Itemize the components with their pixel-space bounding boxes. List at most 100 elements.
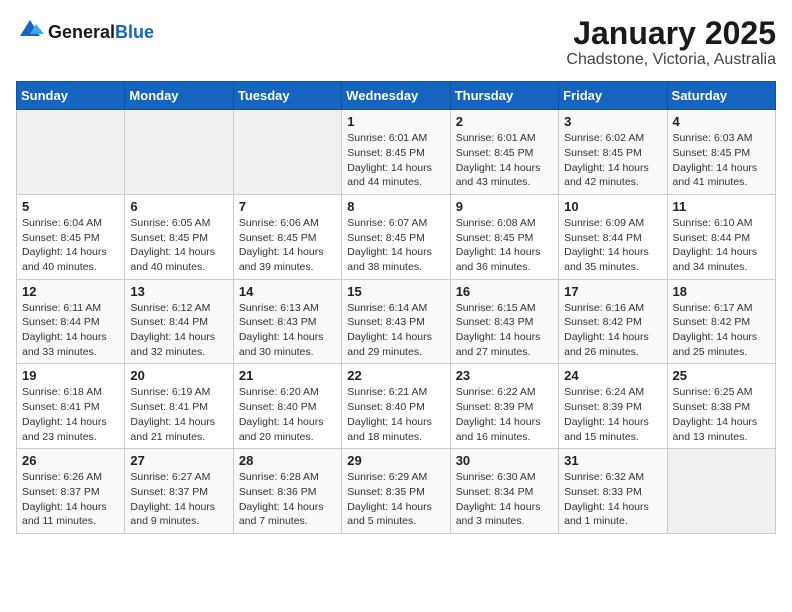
day-cell: 1 Sunrise: 6:01 AM Sunset: 8:45 PM Daylig… [342, 110, 450, 195]
day-cell: 24 Sunrise: 6:24 AM Sunset: 8:39 PM Dayli… [559, 364, 667, 449]
day-info: Sunrise: 6:18 AM Sunset: 8:41 PM Dayligh… [22, 385, 119, 444]
day-info: Sunrise: 6:20 AM Sunset: 8:40 PM Dayligh… [239, 385, 336, 444]
day-number: 19 [22, 368, 119, 383]
day-number: 26 [22, 453, 119, 468]
calendar-body: 1 Sunrise: 6:01 AM Sunset: 8:45 PM Daylig… [17, 110, 776, 534]
day-info: Sunrise: 6:26 AM Sunset: 8:37 PM Dayligh… [22, 470, 119, 529]
logo: GeneralBlue [16, 16, 154, 49]
day-cell: 23 Sunrise: 6:22 AM Sunset: 8:39 PM Dayli… [450, 364, 558, 449]
day-cell: 16Sunrise: 6:15 AM Sunset: 8:43 PM Dayli… [450, 279, 558, 364]
day-cell: 11Sunrise: 6:10 AM Sunset: 8:44 PM Dayli… [667, 194, 775, 279]
day-cell [667, 449, 775, 534]
header-wednesday: Wednesday [342, 82, 450, 110]
day-info: Sunrise: 6:27 AM Sunset: 8:37 PM Dayligh… [130, 470, 227, 529]
week-row-4: 19 Sunrise: 6:18 AM Sunset: 8:41 PM Dayli… [17, 364, 776, 449]
day-number: 18 [673, 284, 770, 299]
page-title: January 2025 [566, 16, 776, 51]
day-info: Sunrise: 6:08 AM Sunset: 8:45 PM Dayligh… [456, 216, 553, 275]
day-info: Sunrise: 6:01 AM Sunset: 8:45 PM Dayligh… [347, 131, 444, 190]
day-number: 29 [347, 453, 444, 468]
day-info: Sunrise: 6:25 AM Sunset: 8:38 PM Dayligh… [673, 385, 770, 444]
day-cell: 9Sunrise: 6:08 AM Sunset: 8:45 PM Daylig… [450, 194, 558, 279]
day-number: 17 [564, 284, 661, 299]
day-cell: 8 Sunrise: 6:07 AM Sunset: 8:45 PM Daylig… [342, 194, 450, 279]
logo-icon [16, 16, 44, 49]
day-info: Sunrise: 6:22 AM Sunset: 8:39 PM Dayligh… [456, 385, 553, 444]
day-cell: 10 Sunrise: 6:09 AM Sunset: 8:44 PM Dayli… [559, 194, 667, 279]
header-friday: Friday [559, 82, 667, 110]
day-number: 22 [347, 368, 444, 383]
day-cell: 17 Sunrise: 6:16 AM Sunset: 8:42 PM Dayli… [559, 279, 667, 364]
day-info: Sunrise: 6:01 AM Sunset: 8:45 PM Dayligh… [456, 131, 553, 190]
header-sunday: Sunday [17, 82, 125, 110]
day-info: Sunrise: 6:12 AM Sunset: 8:44 PM Dayligh… [130, 301, 227, 360]
calendar-header: SundayMondayTuesdayWednesdayThursdayFrid… [17, 82, 776, 110]
day-cell: 13 Sunrise: 6:12 AM Sunset: 8:44 PM Dayli… [125, 279, 233, 364]
day-info: Sunrise: 6:29 AM Sunset: 8:35 PM Dayligh… [347, 470, 444, 529]
day-number: 27 [130, 453, 227, 468]
week-row-3: 12Sunrise: 6:11 AM Sunset: 8:44 PM Dayli… [17, 279, 776, 364]
day-cell: 15 Sunrise: 6:14 AM Sunset: 8:43 PM Dayli… [342, 279, 450, 364]
page-header: GeneralBlue January 2025 Chadstone, Vict… [16, 16, 776, 69]
day-number: 13 [130, 284, 227, 299]
day-info: Sunrise: 6:05 AM Sunset: 8:45 PM Dayligh… [130, 216, 227, 275]
day-number: 3 [564, 114, 661, 129]
header-thursday: Thursday [450, 82, 558, 110]
day-number: 8 [347, 199, 444, 214]
logo-general: General [48, 22, 115, 42]
day-info: Sunrise: 6:15 AM Sunset: 8:43 PM Dayligh… [456, 301, 553, 360]
day-cell: 3 Sunrise: 6:02 AM Sunset: 8:45 PM Daylig… [559, 110, 667, 195]
day-info: Sunrise: 6:02 AM Sunset: 8:45 PM Dayligh… [564, 131, 661, 190]
days-of-week-row: SundayMondayTuesdayWednesdayThursdayFrid… [17, 82, 776, 110]
day-number: 2 [456, 114, 553, 129]
day-cell: 2 Sunrise: 6:01 AM Sunset: 8:45 PM Daylig… [450, 110, 558, 195]
day-number: 25 [673, 368, 770, 383]
day-cell: 21 Sunrise: 6:20 AM Sunset: 8:40 PM Dayli… [233, 364, 341, 449]
week-row-1: 1 Sunrise: 6:01 AM Sunset: 8:45 PM Daylig… [17, 110, 776, 195]
day-info: Sunrise: 6:09 AM Sunset: 8:44 PM Dayligh… [564, 216, 661, 275]
day-cell: 30Sunrise: 6:30 AM Sunset: 8:34 PM Dayli… [450, 449, 558, 534]
day-info: Sunrise: 6:04 AM Sunset: 8:45 PM Dayligh… [22, 216, 119, 275]
day-cell [125, 110, 233, 195]
day-info: Sunrise: 6:06 AM Sunset: 8:45 PM Dayligh… [239, 216, 336, 275]
day-number: 1 [347, 114, 444, 129]
day-cell: 6 Sunrise: 6:05 AM Sunset: 8:45 PM Daylig… [125, 194, 233, 279]
day-number: 4 [673, 114, 770, 129]
day-info: Sunrise: 6:21 AM Sunset: 8:40 PM Dayligh… [347, 385, 444, 444]
page-subtitle: Chadstone, Victoria, Australia [566, 51, 776, 69]
header-monday: Monday [125, 82, 233, 110]
day-number: 28 [239, 453, 336, 468]
calendar-table: SundayMondayTuesdayWednesdayThursdayFrid… [16, 81, 776, 534]
day-info: Sunrise: 6:28 AM Sunset: 8:36 PM Dayligh… [239, 470, 336, 529]
day-cell: 18Sunrise: 6:17 AM Sunset: 8:42 PM Dayli… [667, 279, 775, 364]
day-info: Sunrise: 6:07 AM Sunset: 8:45 PM Dayligh… [347, 216, 444, 275]
header-tuesday: Tuesday [233, 82, 341, 110]
week-row-2: 5Sunrise: 6:04 AM Sunset: 8:45 PM Daylig… [17, 194, 776, 279]
day-number: 15 [347, 284, 444, 299]
day-number: 21 [239, 368, 336, 383]
day-cell: 5Sunrise: 6:04 AM Sunset: 8:45 PM Daylig… [17, 194, 125, 279]
day-cell: 25 Sunrise: 6:25 AM Sunset: 8:38 PM Dayli… [667, 364, 775, 449]
week-row-5: 26 Sunrise: 6:26 AM Sunset: 8:37 PM Dayli… [17, 449, 776, 534]
title-block: January 2025 Chadstone, Victoria, Austra… [566, 16, 776, 69]
day-number: 24 [564, 368, 661, 383]
day-info: Sunrise: 6:14 AM Sunset: 8:43 PM Dayligh… [347, 301, 444, 360]
day-cell: 31 Sunrise: 6:32 AM Sunset: 8:33 PM Dayli… [559, 449, 667, 534]
day-info: Sunrise: 6:13 AM Sunset: 8:43 PM Dayligh… [239, 301, 336, 360]
day-cell: 4 Sunrise: 6:03 AM Sunset: 8:45 PM Daylig… [667, 110, 775, 195]
day-info: Sunrise: 6:24 AM Sunset: 8:39 PM Dayligh… [564, 385, 661, 444]
day-info: Sunrise: 6:32 AM Sunset: 8:33 PM Dayligh… [564, 470, 661, 529]
day-info: Sunrise: 6:16 AM Sunset: 8:42 PM Dayligh… [564, 301, 661, 360]
header-saturday: Saturday [667, 82, 775, 110]
day-cell: 27 Sunrise: 6:27 AM Sunset: 8:37 PM Dayli… [125, 449, 233, 534]
day-number: 31 [564, 453, 661, 468]
day-cell: 29 Sunrise: 6:29 AM Sunset: 8:35 PM Dayli… [342, 449, 450, 534]
day-info: Sunrise: 6:03 AM Sunset: 8:45 PM Dayligh… [673, 131, 770, 190]
day-cell: 20Sunrise: 6:19 AM Sunset: 8:41 PM Dayli… [125, 364, 233, 449]
logo-blue: Blue [115, 22, 154, 42]
day-number: 10 [564, 199, 661, 214]
day-number: 23 [456, 368, 553, 383]
day-number: 6 [130, 199, 227, 214]
day-number: 12 [22, 284, 119, 299]
day-info: Sunrise: 6:10 AM Sunset: 8:44 PM Dayligh… [673, 216, 770, 275]
